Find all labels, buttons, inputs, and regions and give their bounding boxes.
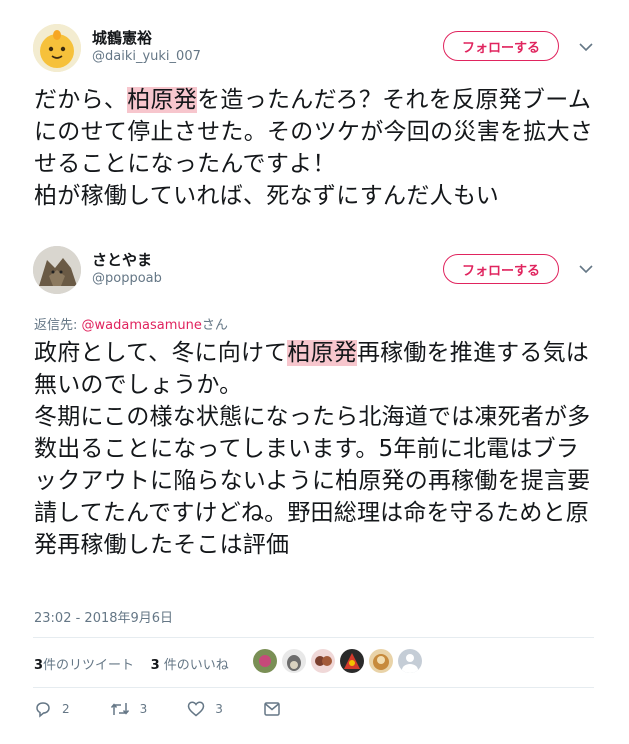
- reply-context: 返信先: @wadamasamuneさん: [34, 314, 228, 333]
- tweet-2: さとやま @poppoab フォローする 返信先: @wadamasamuneさ…: [0, 232, 629, 744]
- tweet-text: 政府として、冬に向けて柏原発再稼働を推進する気は無いのでしょうか。 冬期にこの様…: [34, 337, 594, 561]
- chevron-down-icon[interactable]: [579, 264, 593, 274]
- reply-prefix: 返信先:: [34, 318, 82, 333]
- reply-button[interactable]: 2: [34, 700, 70, 718]
- display-name[interactable]: さとやま: [92, 249, 152, 270]
- divider: [33, 637, 594, 638]
- follow-button[interactable]: フォローする: [443, 31, 559, 61]
- tweet-text-part: 再稼働を推進する気は無いのでしょうか。 冬期にこの様な状態になったら北海道では凍…: [34, 340, 591, 558]
- retweet-stat-link[interactable]: 3件のリツイート: [34, 658, 134, 673]
- user-handle[interactable]: @poppoab: [92, 271, 162, 286]
- liker-avatar[interactable]: [311, 649, 335, 673]
- reply-mention-link[interactable]: @wadamasamune: [82, 318, 202, 333]
- likers-avatars: [253, 649, 427, 675]
- liker-avatar[interactable]: [340, 649, 364, 673]
- timestamp-link[interactable]: 23:02 - 2018年9月6日: [34, 607, 173, 626]
- like-stat-count: 3: [150, 658, 160, 673]
- highlighted-keyword: 柏原発: [127, 87, 198, 113]
- user-handle[interactable]: @daiki_yuki_007: [92, 49, 201, 64]
- action-bar: 2 3 3: [34, 700, 331, 718]
- retweet-stat-count: 3: [34, 658, 44, 673]
- liker-avatar[interactable]: [398, 649, 422, 673]
- tweet-text-part: 政府として、冬に向けて: [34, 340, 288, 366]
- retweet-icon: [110, 703, 129, 715]
- like-stat-label: 件のいいね: [159, 658, 229, 673]
- follow-button[interactable]: フォローする: [443, 254, 559, 284]
- like-count: 3: [215, 702, 223, 716]
- like-button[interactable]: 3: [187, 700, 223, 718]
- reply-suffix: さん: [201, 318, 228, 333]
- tweet-1: 城鶴憲裕 @daiki_yuki_007 フォローする だから、柏原発を造ったん…: [0, 0, 629, 232]
- liker-avatar[interactable]: [369, 649, 393, 673]
- tweet-text-part: だから、: [34, 87, 128, 113]
- tweet-text: だから、柏原発を造ったんだろ？それを反原発ブームにのせて停止させた。そのツケが今…: [34, 84, 594, 212]
- liker-avatar[interactable]: [282, 649, 306, 673]
- retweet-stat-label: 件のリツイート: [43, 658, 135, 673]
- like-stat-link[interactable]: 3 件のいいね: [151, 658, 229, 673]
- retweet-count: 3: [139, 702, 148, 716]
- chevron-down-icon[interactable]: [579, 42, 593, 52]
- retweet-button[interactable]: 3: [110, 700, 148, 718]
- avatar[interactable]: [33, 246, 81, 294]
- avatar[interactable]: [33, 24, 81, 72]
- direct-message-icon: [264, 702, 280, 716]
- direct-message-button[interactable]: [263, 700, 291, 718]
- heart-icon: [188, 701, 205, 717]
- liker-avatar[interactable]: [253, 649, 277, 673]
- highlighted-keyword: 柏原発: [287, 340, 357, 366]
- divider: [33, 687, 594, 688]
- display-name[interactable]: 城鶴憲裕: [92, 27, 152, 48]
- engagement-stats: 3件のリツイート 3 件のいいね: [34, 654, 229, 673]
- reply-count: 2: [62, 702, 70, 716]
- reply-icon: [36, 702, 50, 718]
